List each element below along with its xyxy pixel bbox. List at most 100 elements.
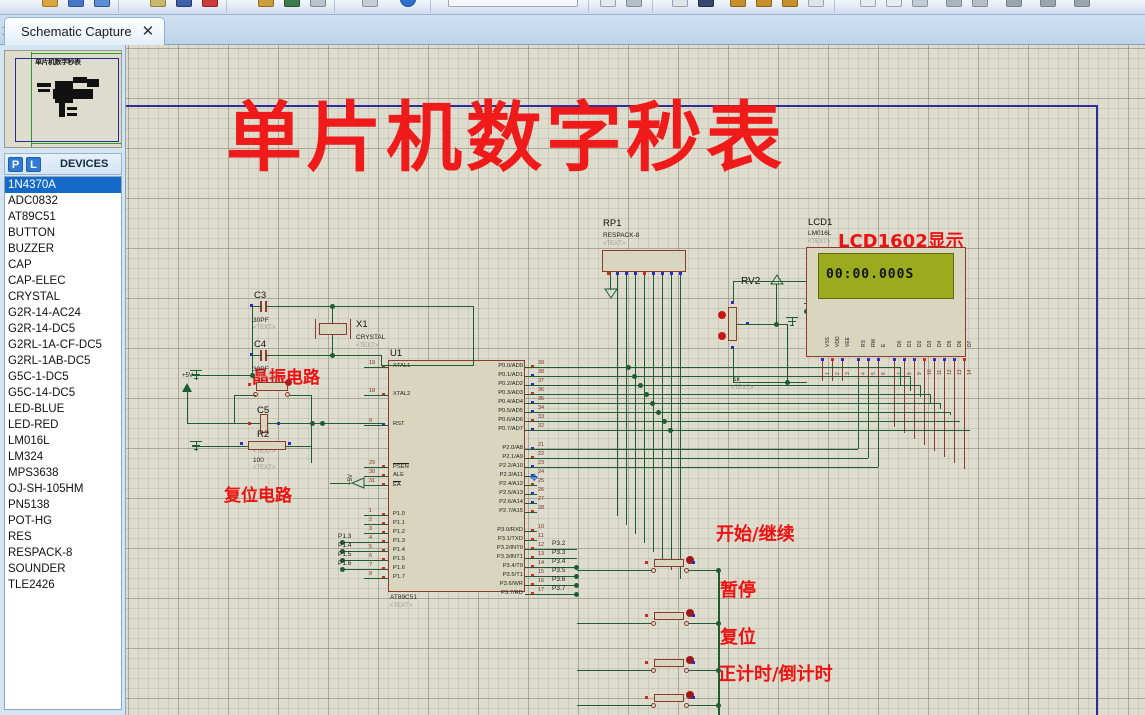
toolbar-icon-symbol[interactable]: [1040, 0, 1056, 7]
device-list-item[interactable]: PN5138: [5, 497, 121, 513]
device-list-item[interactable]: G2R-14-DC5: [5, 321, 121, 337]
device-list-item[interactable]: G5C-1-DC5: [5, 369, 121, 385]
mcu-pin-label: P3.7/RD: [501, 590, 523, 596]
pot-rv2-handle-up[interactable]: [718, 311, 726, 319]
device-list-item[interactable]: LM016L: [5, 433, 121, 449]
toolbar-icon-circle[interactable]: [912, 0, 928, 7]
wire: [944, 361, 945, 457]
device-list-item[interactable]: LM324: [5, 449, 121, 465]
toolbar-icon-new[interactable]: [42, 0, 58, 7]
device-list-item[interactable]: CAP-ELEC: [5, 273, 121, 289]
wire: [525, 367, 537, 368]
wire: [878, 361, 879, 381]
device-list-item[interactable]: CRYSTAL: [5, 289, 121, 305]
device-list-item[interactable]: G2RL-1AB-DC5: [5, 353, 121, 369]
toolbar-icon-path[interactable]: [972, 0, 988, 7]
wire: [473, 306, 474, 365]
picker-l-button[interactable]: L: [26, 156, 41, 172]
toolbar-icon-arrow-up[interactable]: [672, 0, 688, 7]
device-list-item[interactable]: G5C-14-DC5: [5, 385, 121, 401]
device-list-item[interactable]: MPS3638: [5, 465, 121, 481]
push-button-reset-count-body[interactable]: [654, 659, 684, 667]
navigator-sheet-edge: [31, 143, 121, 144]
toolbar-icon-open[interactable]: [68, 0, 84, 7]
pot-rv2-body[interactable]: [728, 307, 737, 341]
toolbar-icon-paste[interactable]: [310, 0, 326, 7]
toolbar-icon-rotate[interactable]: [600, 0, 616, 7]
wire: [252, 306, 253, 376]
device-list-item[interactable]: ADC0832: [5, 193, 121, 209]
mcu-pin-label: XTAL2: [393, 391, 411, 397]
toolbar-icon-text[interactable]: [1006, 0, 1022, 7]
toolbar-dropdown-style[interactable]: [448, 0, 578, 7]
navigator-thumbnail[interactable]: 单片机数字秒表: [4, 50, 122, 148]
device-list-item[interactable]: SOUNDER: [5, 561, 121, 577]
toolbar-icon-component[interactable]: [756, 0, 772, 7]
toolbar-icon-pointer[interactable]: [730, 0, 746, 7]
device-list-item[interactable]: 1N4370A: [5, 177, 121, 193]
wire: [525, 594, 537, 595]
device-list-item[interactable]: BUTTON: [5, 225, 121, 241]
res-r2-body[interactable]: [248, 441, 286, 450]
lcd-pin-number: 8: [907, 372, 913, 375]
device-list-item[interactable]: CAP: [5, 257, 121, 273]
tab-schematic-capture[interactable]: Schematic Capture ✕: [4, 17, 166, 45]
toolbar-icon-zoom-area[interactable]: [176, 0, 192, 7]
picker-p-button[interactable]: P: [8, 156, 23, 172]
bus-wire: [537, 430, 970, 431]
push-button-start-continue-body[interactable]: [654, 559, 684, 567]
toolbar-icon-arc[interactable]: [946, 0, 962, 7]
toolbar-icon-grid[interactable]: [362, 0, 378, 7]
push-button-count-direction-body[interactable]: [654, 694, 684, 702]
toolbar-icon-line[interactable]: [860, 0, 876, 7]
toolbar-icon-label[interactable]: [808, 0, 824, 7]
crystal-x1-body[interactable]: [319, 323, 347, 335]
lcd-pin-label: VDD: [835, 336, 841, 347]
mcu-pin-label: P0.6/AD6: [498, 417, 523, 423]
lcd-display-text: 00:00.000S: [826, 267, 915, 282]
mcu-pin-number: 4: [369, 535, 373, 541]
net-label: P3.3: [552, 549, 566, 556]
toolbar-icon-copy[interactable]: [284, 0, 300, 7]
mcu-pin-label: P2.5/A13: [499, 490, 523, 496]
bus-wire: [950, 412, 951, 415]
push-button-pause-body[interactable]: [654, 612, 684, 620]
device-list-item[interactable]: RESPACK-8: [5, 545, 121, 561]
device-list-item[interactable]: BUZZER: [5, 241, 121, 257]
toolbar-icon-origin[interactable]: [400, 0, 416, 7]
wire: [525, 467, 537, 468]
device-list-item[interactable]: G2RL-1A-CF-DC5: [5, 337, 121, 353]
toolbar-icon-marker[interactable]: [1074, 0, 1090, 7]
toolbar-icon-arrow-down[interactable]: [698, 0, 714, 7]
reset-switch-handle[interactable]: [285, 379, 292, 386]
schematic-canvas[interactable]: 单片机数字秒表 LCD1602显示 晶振电路 复位电路 开始/继续 暂停 复位 …: [126, 45, 1145, 715]
close-icon[interactable]: ✕: [142, 24, 155, 39]
respack-rp1-body[interactable]: [602, 250, 686, 272]
pot-rv2-handle-down[interactable]: [718, 332, 726, 340]
mcu-pin-number: 38: [538, 369, 545, 375]
device-list-item[interactable]: RES: [5, 529, 121, 545]
device-list-item[interactable]: G2R-14-AC24: [5, 305, 121, 321]
mcu-pin-label: P2.4/A12: [499, 481, 523, 487]
device-list-item[interactable]: TLE2426: [5, 577, 121, 593]
toolbar-icon-save[interactable]: [94, 0, 110, 7]
toolbar-icon-junction[interactable]: [782, 0, 798, 7]
toolbar-icon-cut[interactable]: [258, 0, 274, 7]
toolbar-icon-print[interactable]: [150, 0, 166, 7]
toolbar-icon-undo[interactable]: [202, 0, 218, 7]
device-list-item[interactable]: POT-HG: [5, 513, 121, 529]
navigator-sheet-edge: [31, 53, 121, 54]
mcu-pin-label: P0.7/AD7: [498, 426, 523, 432]
main-toolbar[interactable]: [0, 0, 1145, 15]
device-list-item[interactable]: OJ-SH-105HM: [5, 481, 121, 497]
power-symbol-5v: [182, 383, 192, 392]
device-list-item[interactable]: AT89C51: [5, 209, 121, 225]
toolbar-icon-mirror[interactable]: [626, 0, 642, 7]
cap-c4-value: 30PF: [253, 366, 269, 373]
device-list-item[interactable]: LED-BLUE: [5, 401, 121, 417]
devices-list[interactable]: 1N4370A ADC0832 AT89C51 BUTTON BUZZER CAP CAP-…: [4, 176, 122, 710]
toolbar-icon-box[interactable]: [886, 0, 902, 7]
reset-switch-body[interactable]: [256, 382, 288, 391]
wire: [733, 281, 734, 303]
device-list-item[interactable]: LED-RED: [5, 417, 121, 433]
